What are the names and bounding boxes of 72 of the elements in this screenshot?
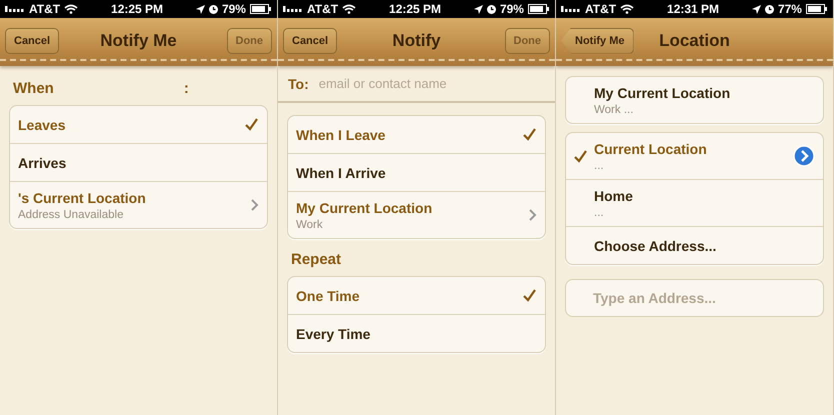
row-title: Leaves [18, 116, 66, 132]
battery-icon [806, 4, 828, 14]
screen-title: Notify [392, 30, 441, 50]
clock-time: 12:25 PM [111, 2, 164, 16]
list-row[interactable]: When I Arrive [288, 153, 545, 191]
row-title: When I Leave [296, 126, 386, 142]
row-subtitle: Address Unavailable [18, 208, 124, 220]
screen-title: Location [659, 30, 730, 50]
signal-icon [283, 6, 303, 12]
battery-icon [250, 4, 272, 14]
wifi-icon [64, 4, 78, 14]
carrier-name: AT&T [585, 2, 616, 16]
wifi-icon [620, 4, 634, 14]
checkmark-icon [245, 118, 258, 131]
section-header: Repeat [291, 251, 342, 268]
row-title: Current Location [594, 140, 708, 156]
battery-percent: 79% [222, 2, 246, 16]
list-row[interactable]: Current Location ... [566, 133, 823, 179]
row-title: One Time [296, 288, 361, 304]
location-arrow-icon [196, 4, 205, 14]
row-subtitle: ... [594, 160, 605, 172]
checkmark-icon [574, 150, 587, 162]
location-arrow-icon [752, 4, 761, 14]
alarm-icon [764, 4, 774, 14]
back-button[interactable]: Notify Me [561, 28, 634, 54]
row-title: 's Current Location [18, 190, 147, 206]
row-subtitle: ... [594, 206, 605, 218]
chevron-icon [251, 199, 259, 211]
cancel-button[interactable]: Cancel [5, 28, 60, 54]
section-header: When [13, 80, 54, 97]
location-arrow-icon [474, 4, 483, 14]
address-field[interactable]: Type an Address... [565, 279, 824, 317]
screen-title: Notify Me [100, 30, 177, 50]
row-subtitle: Work ... [594, 104, 634, 116]
detail-disclosure-button[interactable] [793, 145, 815, 167]
list-row[interactable]: 's Current Location Address Unavailable [10, 181, 267, 228]
list-row[interactable]: Every Time [288, 314, 545, 352]
clock-time: 12:25 PM [389, 2, 442, 16]
signal-icon [5, 6, 25, 12]
carrier-name: AT&T [307, 2, 338, 16]
battery-percent: 77% [778, 2, 802, 16]
checkmark-icon [523, 128, 536, 141]
list-row[interactable]: My Current Location Work [288, 191, 545, 238]
row-title: Arrives [18, 154, 68, 170]
to-label: To: [288, 76, 309, 92]
battery-percent: 79% [500, 2, 524, 16]
row-title: Choose Address... [594, 238, 718, 254]
wifi-icon [342, 4, 356, 14]
cancel-button[interactable]: Cancel [283, 28, 338, 54]
clock-time: 12:31 PM [667, 2, 720, 16]
row-title: My Current Location [594, 84, 732, 100]
signal-icon [561, 6, 581, 12]
row-title: Every Time [296, 326, 372, 342]
row-title: My Current Location [296, 200, 434, 216]
recipient-field[interactable]: email or contact name [316, 75, 545, 92]
row-title: Home [594, 188, 634, 204]
list-row[interactable]: Home ... [566, 179, 823, 226]
carrier-name: AT&T [29, 2, 60, 16]
list-row[interactable]: Choose Address... [566, 226, 823, 264]
alarm-icon [486, 4, 496, 14]
row-subtitle: Work [296, 218, 324, 230]
list-row[interactable]: Arrives [10, 143, 267, 181]
battery-icon [528, 4, 550, 14]
alarm-icon [208, 4, 218, 14]
header-colon: : [184, 80, 189, 97]
list-row[interactable]: When I Leave [288, 116, 545, 153]
row-title: When I Arrive [296, 164, 387, 180]
list-row[interactable]: One Time [288, 277, 545, 314]
list-row[interactable]: Leaves [10, 106, 267, 143]
checkmark-icon [523, 289, 536, 302]
chevron-icon [529, 209, 537, 221]
list-row[interactable]: My Current Location Work ... [566, 77, 823, 123]
